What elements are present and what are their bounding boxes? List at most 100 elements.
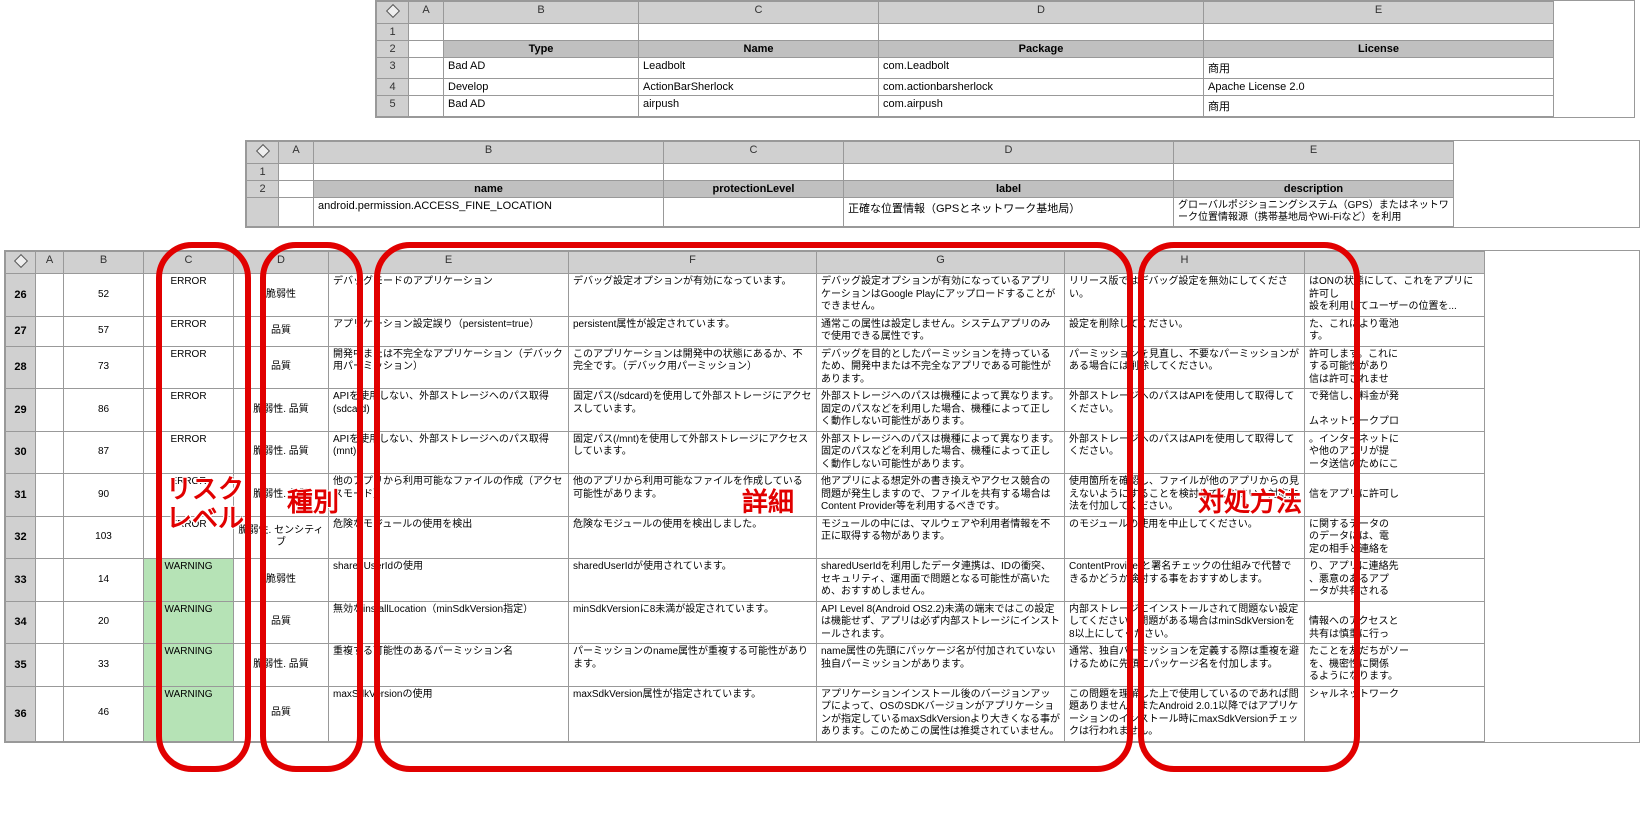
cell-action[interactable]: 内部ストレージにインストールされて問題ない設定してください。問題がある場合はmi… xyxy=(1065,601,1305,644)
cell-id[interactable]: 103 xyxy=(64,516,144,559)
cell[interactable]: com.airpush xyxy=(879,96,1204,117)
cell-action[interactable]: 外部ストレージへのパスはAPIを使用して取得してください。 xyxy=(1065,431,1305,474)
cell[interactable] xyxy=(36,686,64,741)
cell-action[interactable]: 通常、独自パーミッションを定義する際は重複を避けるために先頭にパッケージ名を付加… xyxy=(1065,644,1305,687)
col-A[interactable]: A xyxy=(409,2,444,24)
cell-type[interactable]: 脆弱性 xyxy=(234,274,329,317)
cell-title[interactable]: デバッグモードのアプリケーション xyxy=(329,274,569,317)
cell[interactable] xyxy=(1204,24,1554,41)
cell[interactable] xyxy=(1174,164,1454,181)
cell-id[interactable]: 87 xyxy=(64,431,144,474)
col-C[interactable]: C xyxy=(639,2,879,24)
select-all-cell[interactable] xyxy=(377,2,409,24)
cell[interactable] xyxy=(279,198,314,227)
row-1[interactable]: 1 xyxy=(247,164,279,181)
cell-risk[interactable]: ERROR xyxy=(144,516,234,559)
col-G[interactable]: G xyxy=(817,252,1065,274)
col-H[interactable]: H xyxy=(1065,252,1305,274)
cell[interactable] xyxy=(36,559,64,602)
cell-title[interactable]: アプリケーション設定誤り（persistent=true） xyxy=(329,316,569,346)
cell-type[interactable]: 脆弱性 xyxy=(234,559,329,602)
cell-type[interactable]: 脆弱性. 品質 xyxy=(234,389,329,432)
col-C[interactable]: C xyxy=(144,252,234,274)
row-num[interactable]: 31 xyxy=(6,474,36,517)
cell-risk[interactable]: ERROR xyxy=(144,431,234,474)
cell-type[interactable]: 脆弱性. 品質 xyxy=(234,431,329,474)
col-C[interactable]: C xyxy=(664,142,844,164)
row-num[interactable]: 35 xyxy=(6,644,36,687)
col-B[interactable]: B xyxy=(444,2,639,24)
row-num[interactable]: 30 xyxy=(6,431,36,474)
cell-reason[interactable]: API Level 8(Android OS2.2)未満の端末ではこの設定は機能… xyxy=(817,601,1065,644)
cell-desc[interactable]: minSdkVersionに8未満が設定されています。 xyxy=(569,601,817,644)
cell-reason[interactable]: name属性の先頭にパッケージ名が付加されていない独自パーミッションがあります。 xyxy=(817,644,1065,687)
col-E[interactable]: E xyxy=(1204,2,1554,24)
cell[interactable]: 商用 xyxy=(1204,96,1554,117)
cell[interactable] xyxy=(314,164,664,181)
cell-risk[interactable]: ERROR xyxy=(144,474,234,517)
select-all-cell[interactable] xyxy=(247,142,279,164)
cell-id[interactable]: 86 xyxy=(64,389,144,432)
cell[interactable] xyxy=(879,24,1204,41)
cell-action[interactable]: 設定を削除してください。 xyxy=(1065,316,1305,346)
cell[interactable]: ActionBarSherlock xyxy=(639,79,879,96)
col-E[interactable]: E xyxy=(329,252,569,274)
col-A[interactable]: A xyxy=(36,252,64,274)
cell-id[interactable]: 20 xyxy=(64,601,144,644)
select-all-cell[interactable] xyxy=(6,252,36,274)
cell-reason[interactable]: 外部ストレージへのパスは機種によって異なります。固定のパスなどを利用した場合、機… xyxy=(817,431,1065,474)
cell[interactable] xyxy=(844,164,1174,181)
cell[interactable] xyxy=(409,96,444,117)
cell[interactable]: 正確な位置情報（GPSとネットワーク基地局） xyxy=(844,198,1174,227)
cell-id[interactable]: 73 xyxy=(64,346,144,389)
cell-type[interactable]: 脆弱性. 品質 xyxy=(234,474,329,517)
col-A[interactable]: A xyxy=(279,142,314,164)
col-B[interactable]: B xyxy=(314,142,664,164)
cell-reason[interactable]: 外部ストレージへのパスは機種によって異なります。固定のパスなどを利用した場合、機… xyxy=(817,389,1065,432)
cell-title[interactable]: 他のアプリから利用可能なファイルの作成（アクセスモード） xyxy=(329,474,569,517)
cell-type[interactable]: 脆弱性. センシティブ xyxy=(234,516,329,559)
cell-desc[interactable]: 固定パス(/sdcard)を使用して外部ストレージにアクセスしています。 xyxy=(569,389,817,432)
hdr-name[interactable]: name xyxy=(314,181,664,198)
cell-title[interactable]: sharedUserIdの使用 xyxy=(329,559,569,602)
cell-desc[interactable]: このアプリケーションは開発中の状態にあるか、不完全です。（デバック用パーミッショ… xyxy=(569,346,817,389)
cell-reason[interactable]: 通常この属性は設定しません。システムアプリのみで使用できる属性です。 xyxy=(817,316,1065,346)
cell-risk[interactable]: WARNING xyxy=(144,686,234,741)
cell-id[interactable]: 90 xyxy=(64,474,144,517)
cell[interactable] xyxy=(639,24,879,41)
cell[interactable]: android.permission.ACCESS_FINE_LOCATION xyxy=(314,198,664,227)
cell-type[interactable]: 脆弱性. 品質 xyxy=(234,644,329,687)
cell-risk[interactable]: WARNING xyxy=(144,601,234,644)
row-num[interactable]: 26 xyxy=(6,274,36,317)
cell-reason[interactable]: アプリケーションインストール後のバージョンアップによって、OSのSDKバージョン… xyxy=(817,686,1065,741)
cell[interactable]: Develop xyxy=(444,79,639,96)
cell-reason[interactable]: デバッグを目的としたパーミッションを持っているため、開発中または不完全なアプリで… xyxy=(817,346,1065,389)
cell[interactable]: グローバルポジショニングシステム（GPS）またはネットワーク位置情報源（携帯基地… xyxy=(1174,198,1454,227)
cell[interactable] xyxy=(36,601,64,644)
row-2[interactable]: 2 xyxy=(247,181,279,198)
cell[interactable]: Apache License 2.0 xyxy=(1204,79,1554,96)
cell[interactable] xyxy=(444,24,639,41)
hdr-protectionlevel[interactable]: protectionLevel xyxy=(664,181,844,198)
hdr-type[interactable]: Type xyxy=(444,41,639,58)
col-D[interactable]: D xyxy=(234,252,329,274)
cell-action[interactable]: 使用箇所を確認し、ファイルが他のアプリからの見えないようにすることを検討してくだ… xyxy=(1065,474,1305,517)
cell-reason[interactable]: 他アプリによる想定外の書き換えやアクセス競合の問題が発生しますので、ファイルを共… xyxy=(817,474,1065,517)
row-num[interactable]: 27 xyxy=(6,316,36,346)
cell-risk[interactable]: ERROR xyxy=(144,274,234,317)
cell-risk[interactable]: WARNING xyxy=(144,559,234,602)
cell-title[interactable]: 重複する可能性のあるパーミッション名 xyxy=(329,644,569,687)
cell-id[interactable]: 57 xyxy=(64,316,144,346)
cell-action[interactable]: ContentProviderと署名チェックの仕組みで代替できるかどうか検討する… xyxy=(1065,559,1305,602)
cell-id[interactable]: 46 xyxy=(64,686,144,741)
col-F[interactable]: F xyxy=(569,252,817,274)
cell-risk[interactable]: ERROR xyxy=(144,346,234,389)
cell-desc[interactable]: sharedUserIdが使用されています。 xyxy=(569,559,817,602)
cell-id[interactable]: 14 xyxy=(64,559,144,602)
cell[interactable] xyxy=(279,164,314,181)
cell-action[interactable]: 外部ストレージへのパスはAPIを使用して取得してください。 xyxy=(1065,389,1305,432)
cell-id[interactable]: 33 xyxy=(64,644,144,687)
cell[interactable] xyxy=(36,431,64,474)
cell-title[interactable]: APIを使用しない、外部ストレージへのパス取得(sdcard) xyxy=(329,389,569,432)
cell-type[interactable]: 品質 xyxy=(234,601,329,644)
